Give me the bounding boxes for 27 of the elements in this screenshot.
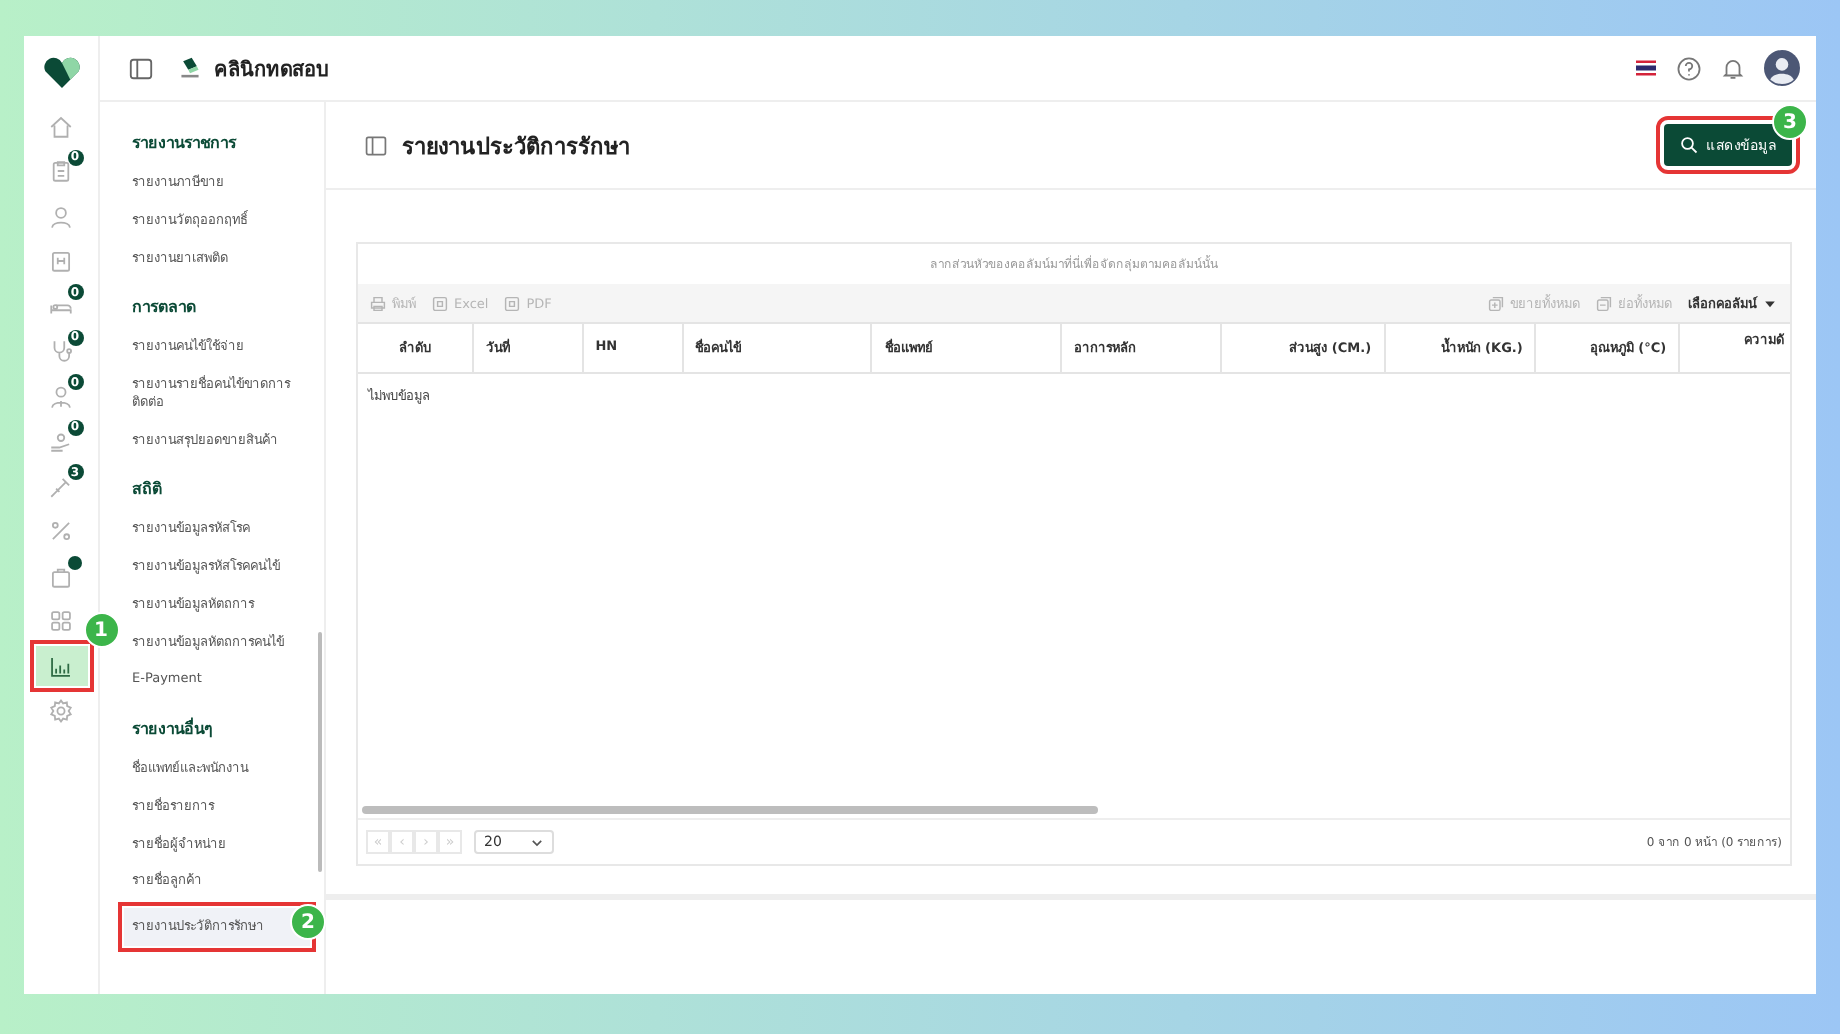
step-number: 1 xyxy=(83,612,119,648)
flag-icon[interactable] xyxy=(1636,60,1656,76)
chevron-icon xyxy=(530,835,544,849)
printer-icon xyxy=(370,295,386,311)
chart-icon[interactable] xyxy=(35,646,87,687)
page-title: รายงานประวัติการรักษา xyxy=(402,131,630,163)
step-number: 3 xyxy=(1772,104,1808,140)
section-heading: รายงานอื่นๆ xyxy=(130,715,214,743)
section-heading: สถิติ xyxy=(130,478,164,503)
expand-icon xyxy=(1488,295,1504,311)
scrollbar[interactable] xyxy=(362,806,1098,814)
search-icon xyxy=(1680,136,1698,154)
clinic-name: คลินิกทดสอบ xyxy=(214,57,328,83)
sidebar-toggle-icon[interactable] xyxy=(128,55,154,81)
collapse-icon xyxy=(1596,295,1612,311)
help-icon[interactable] xyxy=(1676,55,1702,81)
step-number: 2 xyxy=(290,904,326,941)
section-heading: รายงานราชการ xyxy=(130,132,239,156)
bell-icon[interactable] xyxy=(1720,55,1746,81)
logo-icon xyxy=(41,56,81,90)
file-icon xyxy=(432,295,448,311)
avatar-icon[interactable] xyxy=(1764,50,1800,86)
file-icon xyxy=(504,295,521,311)
panel-icon xyxy=(364,133,388,157)
section-heading: การตลาด xyxy=(130,296,198,321)
scrollbar[interactable] xyxy=(318,632,322,872)
clinic-logo-icon xyxy=(178,56,202,80)
